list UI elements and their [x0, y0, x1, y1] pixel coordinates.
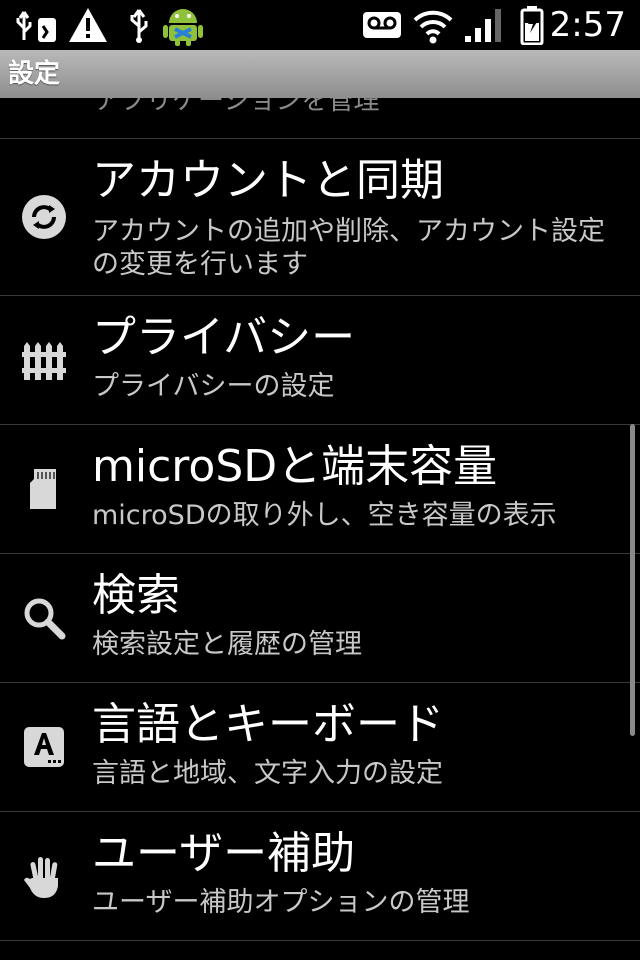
list-item-subtitle: ユーザー補助オプションの管理 — [92, 887, 470, 918]
scrollbar[interactable] — [630, 424, 635, 736]
list-item-subtitle: 言語と地域、文字入力の設定 — [92, 758, 443, 789]
wifi-icon — [412, 6, 454, 44]
android-icon — [160, 6, 206, 46]
list-item-subtitle: microSDの取り外し、空き容量の表示 — [92, 500, 557, 531]
list-item-subtitle: 検索設定と履歴の管理 — [92, 629, 362, 660]
list-item-title: 検索 — [92, 570, 180, 621]
voicemail-icon — [362, 6, 402, 44]
divider — [0, 940, 640, 941]
list-item-partial[interactable]: アプリケーションを管理 — [0, 98, 640, 138]
search-icon — [18, 592, 70, 644]
list-item-search[interactable]: 検索 検索設定と履歴の管理 — [0, 554, 640, 682]
title-bar: 設定 — [0, 50, 640, 98]
list-item-title: 言語とキーボード — [92, 699, 444, 750]
status-bar: 2:57 — [0, 0, 640, 50]
warning-icon — [66, 6, 110, 44]
list-item-account-sync[interactable]: アカウントと同期 アカウントの追加や削除、アカウント設定の変更を行います — [0, 139, 640, 295]
list-item-subtitle: アカウントの追加や削除、アカウント設定の変更を行います — [92, 216, 605, 280]
sync-icon — [18, 191, 70, 243]
hand-icon — [18, 850, 70, 902]
list-item-title: アカウントと同期 — [92, 155, 444, 206]
battery-charging-icon — [518, 6, 546, 45]
list-item-storage[interactable]: microSDと端末容量 microSDの取り外し、空き容量の表示 — [0, 425, 640, 553]
usb-debug-icon — [14, 6, 60, 44]
sd-card-icon — [18, 463, 70, 515]
usb-icon — [126, 6, 152, 44]
fence-icon — [18, 334, 70, 386]
list-item-accessibility[interactable]: ユーザー補助 ユーザー補助オプションの管理 — [0, 812, 640, 940]
list-item-privacy[interactable]: プライバシー プライバシーの設定 — [0, 296, 640, 424]
list-item-language-keyboard[interactable]: 言語とキーボード 言語と地域、文字入力の設定 — [0, 683, 640, 811]
list-item-title: アプリケーションを管理 — [94, 98, 380, 116]
list-item-title: ユーザー補助 — [92, 828, 356, 879]
list-item-subtitle: プライバシーの設定 — [92, 371, 335, 402]
signal-icon — [462, 6, 504, 44]
page-title: 設定 — [8, 59, 61, 89]
list-item-title: microSDと端末容量 — [92, 441, 498, 492]
list-item-title: プライバシー — [92, 312, 356, 363]
status-clock: 2:57 — [549, 5, 626, 45]
keyboard-language-icon — [18, 721, 70, 773]
settings-list[interactable]: アプリケーションを管理 アカウントと同期 アカウントの追加や削除、アカウント設定… — [0, 98, 640, 960]
